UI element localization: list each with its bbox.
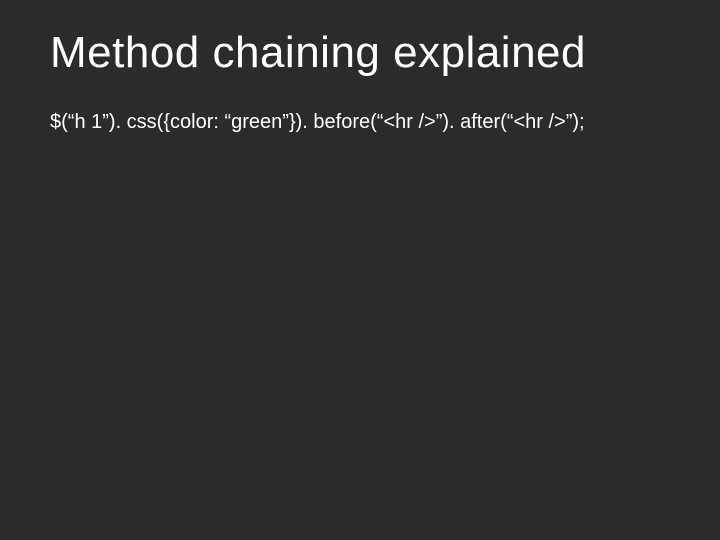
code-snippet: $(“h 1”). css({color: “green”}). before(… — [50, 108, 670, 136]
slide-title: Method chaining explained — [50, 28, 670, 78]
slide-container: Method chaining explained $(“h 1”). css(… — [0, 0, 720, 540]
